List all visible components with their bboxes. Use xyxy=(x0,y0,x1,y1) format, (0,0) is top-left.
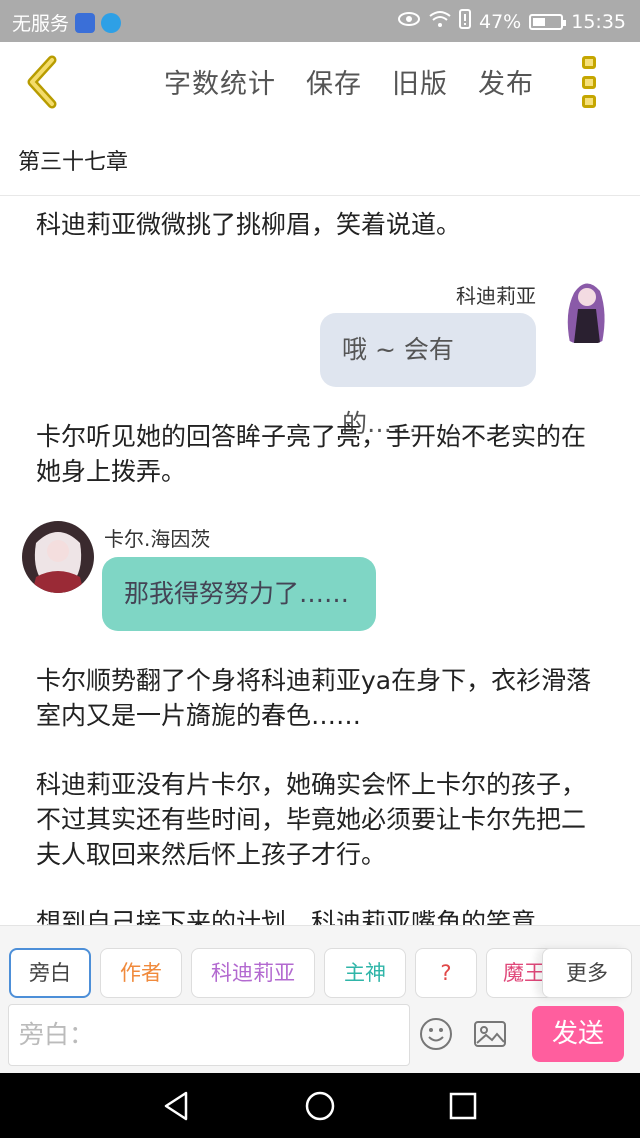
speaker-name: 卡尔.海因茨 xyxy=(104,527,211,551)
role-chip-narrator[interactable]: 旁白 xyxy=(9,948,91,998)
role-chip-cordelia[interactable]: 科迪莉亚 xyxy=(191,948,315,998)
browser-notification-icon xyxy=(101,12,122,33)
image-icon[interactable] xyxy=(472,1016,508,1052)
clock: 15:35 xyxy=(571,10,626,33)
battery-fill xyxy=(533,17,546,26)
word-count-button[interactable]: 字数统计 xyxy=(164,62,276,101)
carrier-text: 无服务 xyxy=(12,13,70,35)
character-portrait-icon xyxy=(550,273,622,345)
karl-avatar[interactable] xyxy=(22,521,94,593)
nav-back-icon[interactable] xyxy=(160,1089,194,1123)
eye-icon xyxy=(397,11,421,32)
chat-bubble[interactable]: 哦 ~ 会有的…… xyxy=(320,313,536,438)
nav-home-icon[interactable] xyxy=(303,1089,337,1123)
save-button[interactable]: 保存 xyxy=(306,62,362,101)
dialogue-input[interactable]: 旁白： xyxy=(8,1004,410,1066)
toolbar-actions: 字数统计 保存 旧版 发布 xyxy=(164,62,534,101)
narration-paragraph: 科迪莉亚微微挑了挑柳眉，笑着说道。 xyxy=(36,210,462,239)
story-content[interactable]: 科迪莉亚微微挑了挑柳眉，笑着说道。 科迪莉亚 哦 ~ 会有的…… 卡尔听见她的回… xyxy=(0,197,640,925)
status-bar: 无服务 47% 15:35 xyxy=(0,0,640,42)
menu-dot-icon xyxy=(582,75,596,89)
chapter-title[interactable]: 第三十七章 xyxy=(18,144,128,176)
more-roles-button[interactable]: 更多 xyxy=(542,948,632,998)
nav-recents-icon[interactable] xyxy=(446,1089,480,1123)
narration-paragraph: 卡尔听见她的回答眸子亮了亮，手开始不老实的在她身上拨弄。 xyxy=(36,422,587,486)
wifi-icon xyxy=(429,10,451,33)
narration-paragraph: 想到自己接下来的计划，科迪莉亚嘴角的笑意 xyxy=(36,908,537,925)
role-chip-main-god[interactable]: 主神 xyxy=(324,948,406,998)
role-input-bar: 旁白 作者 科迪莉亚 主神 ? 魔王 更多 旁白： 发送 xyxy=(0,925,640,1073)
emoji-icon[interactable] xyxy=(418,1016,454,1052)
menu-dot-icon xyxy=(582,95,596,108)
old-version-button[interactable]: 旧版 xyxy=(392,62,448,101)
status-left: 无服务 xyxy=(12,9,122,36)
send-button[interactable]: 发送 xyxy=(532,1006,624,1062)
narration-paragraph: 卡尔顺势翻了个身将科迪莉亚ya在身下，衣衫滑落室内又是一片旖旎的春色…… xyxy=(36,666,592,730)
menu-dot-icon xyxy=(582,56,596,69)
battery-percent: 47% xyxy=(479,10,522,33)
chat-bubble[interactable]: 那我得努努力了…… xyxy=(102,557,376,631)
battery-icon xyxy=(529,13,567,30)
narration-paragraph: 科迪莉亚没有片卡尔，她确实会怀上卡尔的孩子，不过其实还有些时间，毕竟她必须要让卡… xyxy=(36,770,587,869)
cordelia-avatar[interactable] xyxy=(550,273,622,345)
chevron-left-icon xyxy=(27,55,57,109)
role-chip-author[interactable]: 作者 xyxy=(100,948,182,998)
character-portrait-icon xyxy=(22,521,94,593)
publish-button[interactable]: 发布 xyxy=(478,62,534,101)
editor-toolbar: 字数统计 保存 旧版 发布 xyxy=(0,42,640,124)
alert-icon xyxy=(459,9,471,34)
back-button[interactable] xyxy=(20,54,70,110)
chapter-header: 第三十七章 xyxy=(0,124,640,196)
speaker-name: 科迪莉亚 xyxy=(456,284,536,308)
role-chip-unknown[interactable]: ? xyxy=(415,948,477,998)
app-notification-icon xyxy=(75,12,96,33)
status-right: 47% 15:35 xyxy=(397,9,626,34)
system-nav-bar xyxy=(0,1073,640,1138)
more-menu-button[interactable] xyxy=(578,54,600,110)
